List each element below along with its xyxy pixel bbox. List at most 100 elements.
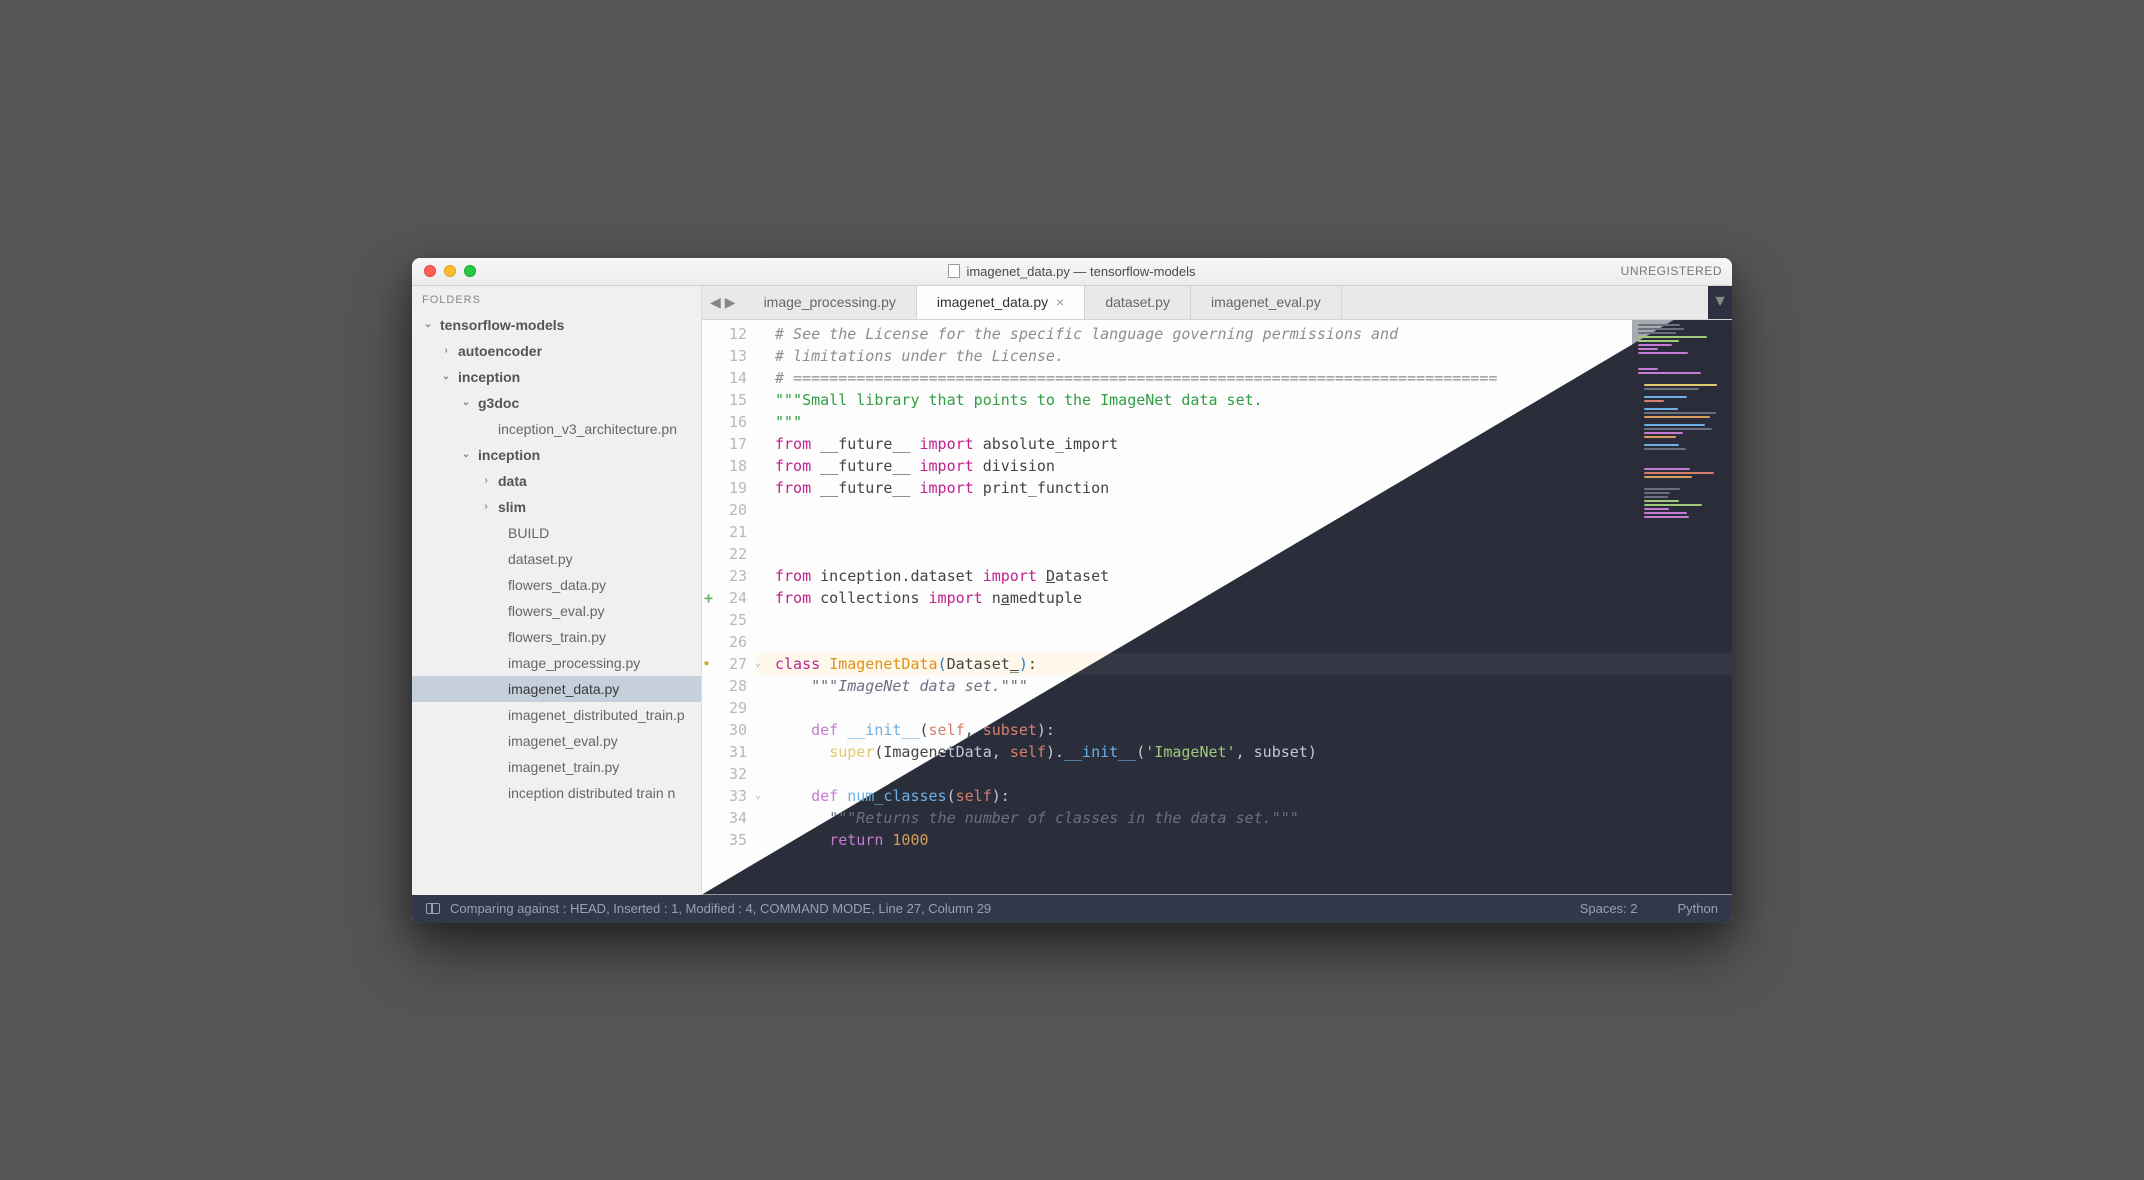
gutter-line-number[interactable]: 32 <box>702 763 757 785</box>
gutter-line-number[interactable]: 12 <box>702 323 757 345</box>
close-icon[interactable]: × <box>1056 294 1064 310</box>
tree-item[interactable]: flowers_train.py <box>412 624 701 650</box>
tab[interactable]: imagenet_data.py × <box>917 286 1086 319</box>
tab-label: imagenet_data.py <box>937 294 1048 310</box>
gutter-line-number[interactable]: 21 <box>702 521 757 543</box>
minimap[interactable] <box>1632 320 1732 580</box>
gutter-line-number[interactable]: 23 <box>702 565 757 587</box>
gutter-line-number[interactable]: 33⌄ <box>702 785 757 807</box>
tree-item[interactable]: imagenet_distributed_train.p <box>412 702 701 728</box>
gutter-line-number[interactable]: 34 <box>702 807 757 829</box>
gutter-line-number[interactable]: 35 <box>702 829 757 851</box>
tree-item[interactable]: imagenet_train.py <box>412 754 701 780</box>
code-line[interactable] <box>757 521 1732 543</box>
code-line[interactable] <box>757 543 1732 565</box>
gutter-line-number[interactable]: 15 <box>702 389 757 411</box>
code-line[interactable]: from collections import namedtuple <box>757 587 1732 609</box>
code-line[interactable]: """ImageNet data set.""" <box>757 675 1732 697</box>
tree-item[interactable]: flowers_data.py <box>412 572 701 598</box>
fold-icon[interactable]: ⌄ <box>755 653 761 675</box>
gutter-line-number[interactable]: 13 <box>702 345 757 367</box>
code-line[interactable]: super(ImagenetData, self).__init__('Imag… <box>757 741 1732 763</box>
fold-icon[interactable]: ⌄ <box>755 785 761 807</box>
code-line[interactable]: from __future__ import absolute_import <box>757 433 1732 455</box>
status-spaces[interactable]: Spaces: 2 <box>1580 901 1638 916</box>
gutter-line-number[interactable]: 22 <box>702 543 757 565</box>
code-line[interactable]: # ======================================… <box>757 367 1732 389</box>
tree-item[interactable]: imagenet_data.py <box>412 676 701 702</box>
tree-item[interactable]: › data <box>412 468 701 494</box>
tab-forward-icon[interactable]: ▶ <box>725 294 736 311</box>
gutter-line-number[interactable]: 29 <box>702 697 757 719</box>
gutter-line-number[interactable]: 25 <box>702 609 757 631</box>
tree-item[interactable]: BUILD <box>412 520 701 546</box>
code-line[interactable]: """ <box>757 411 1732 433</box>
minimize-window-button[interactable] <box>444 265 456 277</box>
chevron-down-icon[interactable]: ⌄ <box>440 371 452 383</box>
status-language[interactable]: Python <box>1678 901 1718 916</box>
tree-item[interactable]: ⌄inception <box>412 442 701 468</box>
tree-item[interactable]: ⌄tensorflow-models <box>412 312 701 338</box>
tab[interactable]: image_processing.py <box>744 286 917 319</box>
gutter-line-number[interactable]: 14 <box>702 367 757 389</box>
code-line[interactable] <box>757 763 1732 785</box>
code-line[interactable] <box>757 697 1732 719</box>
gutter-line-number[interactable]: 31 <box>702 741 757 763</box>
tab[interactable]: dataset.py <box>1085 286 1191 319</box>
tab[interactable]: imagenet_eval.py <box>1191 286 1342 319</box>
chevron-right-icon[interactable]: › <box>480 501 492 513</box>
code-line[interactable]: from __future__ import division <box>757 455 1732 477</box>
zoom-window-button[interactable] <box>464 265 476 277</box>
code-line[interactable] <box>757 631 1732 653</box>
code-line[interactable]: from __future__ import print_function <box>757 477 1732 499</box>
gutter-line-number[interactable]: 18 <box>702 455 757 477</box>
chevron-down-icon[interactable]: ⌄ <box>460 397 472 409</box>
gutter-line-number[interactable]: 28 <box>702 675 757 697</box>
tab-back-icon[interactable]: ◀ <box>710 294 721 311</box>
gutter-line-number[interactable]: 17 <box>702 433 757 455</box>
code-line[interactable]: """Returns the number of classes in the … <box>757 807 1732 829</box>
code-line[interactable]: """Small library that points to the Imag… <box>757 389 1732 411</box>
close-window-button[interactable] <box>424 265 436 277</box>
code-line[interactable]: def num_classes(self): <box>757 785 1732 807</box>
chevron-right-icon[interactable]: › <box>480 475 492 487</box>
code-editor[interactable]: 12131415161718192021222324252627⌄2829303… <box>702 320 1732 895</box>
gutter-line-number[interactable]: 16 <box>702 411 757 433</box>
code-line[interactable] <box>757 499 1732 521</box>
tree-item[interactable]: ›slim <box>412 494 701 520</box>
spacer <box>490 579 502 591</box>
gutter-line-number[interactable]: 24 <box>702 587 757 609</box>
tree-item[interactable]: flowers_eval.py <box>412 598 701 624</box>
tree-item-label: data <box>498 473 527 489</box>
gutter-line-number[interactable]: 19 <box>702 477 757 499</box>
code-line[interactable] <box>757 609 1732 631</box>
tab-label: image_processing.py <box>764 294 896 310</box>
tree-item[interactable]: ⌄inception <box>412 364 701 390</box>
chevron-right-icon[interactable]: › <box>440 345 452 357</box>
tree-item[interactable]: image_processing.py <box>412 650 701 676</box>
tree-item[interactable]: imagenet_eval.py <box>412 728 701 754</box>
tree-item[interactable]: inception_v3_architecture.pn <box>412 416 701 442</box>
gutter-line-number[interactable]: 20 <box>702 499 757 521</box>
gutter-line-number[interactable]: 30 <box>702 719 757 741</box>
gutter-line-number[interactable]: 27⌄ <box>702 653 757 675</box>
unregistered-label: UNREGISTERED <box>1621 264 1722 278</box>
gutter-line-number[interactable]: 26 <box>702 631 757 653</box>
panel-icon[interactable] <box>426 903 440 914</box>
tree-item[interactable]: inception distributed train n <box>412 780 701 806</box>
code-line[interactable]: return 1000 <box>757 829 1732 851</box>
spacer <box>490 683 502 695</box>
code-line[interactable]: from inception.dataset import Dataset <box>757 565 1732 587</box>
tab-label: dataset.py <box>1105 294 1170 310</box>
chevron-down-icon[interactable]: ⌄ <box>460 449 472 461</box>
tab-history-arrows[interactable]: ◀ ▶ <box>702 286 744 319</box>
chevron-down-icon[interactable]: ⌄ <box>422 319 434 331</box>
code-line[interactable]: # See the License for the specific langu… <box>757 323 1732 345</box>
code-line[interactable]: # limitations under the License. <box>757 345 1732 367</box>
tree-item[interactable]: ⌄g3doc <box>412 390 701 416</box>
code-line[interactable]: class ImagenetData(Dataset_): <box>757 653 1732 675</box>
tree-item[interactable]: ›autoencoder <box>412 338 701 364</box>
tab-overflow-button[interactable]: ▼ <box>1708 286 1732 319</box>
code-line[interactable]: def __init__(self, subset): <box>757 719 1732 741</box>
tree-item[interactable]: dataset.py <box>412 546 701 572</box>
